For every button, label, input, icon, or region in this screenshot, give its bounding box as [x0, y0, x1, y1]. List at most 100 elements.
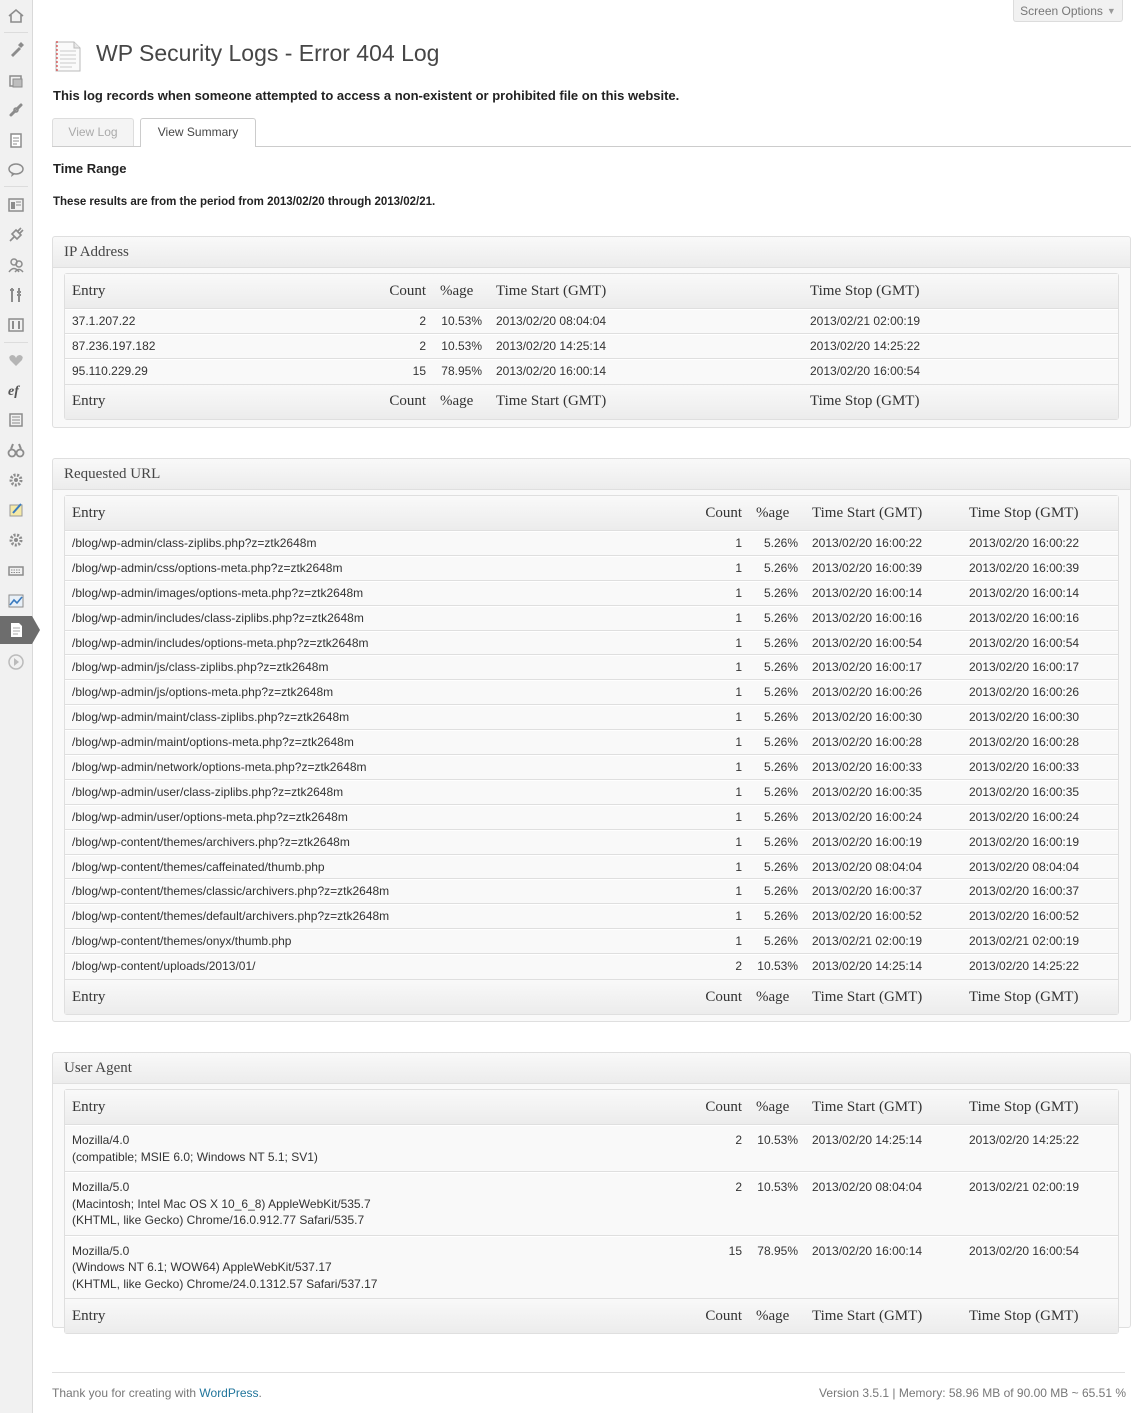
cell-entry: /blog/wp-content/uploads/2013/01/: [65, 954, 697, 980]
column-footer-entry[interactable]: Entry: [65, 383, 381, 419]
cell-percentage: 10.53%: [749, 1172, 805, 1236]
cell-time-stop: 2013/02/20 16:00:37: [962, 879, 1118, 905]
svg-text:ef: ef: [8, 384, 20, 399]
column-footer-time-stop[interactable]: Time Stop (GMT): [962, 979, 1118, 1015]
cell-time-stop: 2013/02/20 14:25:22: [803, 333, 1118, 359]
column-header-time-start[interactable]: Time Start (GMT): [805, 496, 962, 531]
binoculars-icon[interactable]: [0, 436, 32, 464]
cell-count: 2: [697, 954, 749, 980]
column-header-time-stop[interactable]: Time Stop (GMT): [803, 274, 1118, 309]
column-footer-percentage[interactable]: %age: [749, 979, 805, 1015]
media-icon[interactable]: [0, 67, 32, 95]
tab-view-summary[interactable]: View Summary: [140, 118, 256, 147]
table-row: /blog/wp-admin/js/options-meta.php?z=ztk…: [65, 680, 1118, 706]
column-footer-count[interactable]: Count: [697, 979, 749, 1015]
cell-count: 1: [697, 655, 749, 681]
comments-icon[interactable]: [0, 156, 32, 184]
column-footer-time-start[interactable]: Time Start (GMT): [489, 383, 803, 419]
cell-count: 2: [381, 333, 433, 359]
cell-percentage: 5.26%: [749, 904, 805, 930]
heart-icon[interactable]: [0, 346, 32, 374]
column-footer-time-stop[interactable]: Time Stop (GMT): [803, 383, 1118, 419]
cell-percentage: 5.26%: [749, 929, 805, 955]
cell-entry: /blog/wp-admin/js/class-ziplibs.php?z=zt…: [65, 655, 697, 681]
column-footer-count[interactable]: Count: [697, 1298, 749, 1333]
cell-time-stop: 2013/02/20 08:04:04: [962, 854, 1118, 880]
cell-count: 1: [697, 804, 749, 830]
gear-icon[interactable]: [0, 466, 32, 494]
column-footer-entry[interactable]: Entry: [65, 979, 697, 1015]
table-row: /blog/wp-admin/css/options-meta.php?z=zt…: [65, 555, 1118, 581]
dashboard-icon[interactable]: [0, 2, 32, 30]
column-header-count[interactable]: Count: [697, 1090, 749, 1125]
cell-time-start: 2013/02/20 16:00:39: [805, 555, 962, 581]
column-header-percentage[interactable]: %age: [749, 1090, 805, 1125]
forms-icon[interactable]: [0, 406, 32, 434]
column-footer-entry[interactable]: Entry: [65, 1298, 697, 1333]
column-footer-time-start[interactable]: Time Start (GMT): [805, 979, 962, 1015]
column-header-percentage[interactable]: %age: [749, 496, 805, 531]
screen-options-label: Screen Options: [1020, 3, 1103, 18]
table-row: /blog/wp-content/themes/onyx/thumb.php 1 5…: [65, 929, 1118, 955]
column-footer-percentage[interactable]: %age: [433, 383, 489, 419]
cell-percentage: 5.26%: [749, 705, 805, 731]
links-icon[interactable]: [0, 96, 32, 124]
settings-icon[interactable]: [0, 311, 32, 339]
cell-time-start: 2013/02/20 14:25:14: [805, 954, 962, 980]
footer-thanks-text: Thank you for creating with: [52, 1386, 200, 1400]
edit-flow-icon[interactable]: ef: [0, 376, 32, 404]
footer-version: Version 3.5.1 | Memory: 58.96 MB of 90.0…: [819, 1386, 1126, 1400]
footer-period: .: [258, 1386, 262, 1400]
column-footer-time-stop[interactable]: Time Stop (GMT): [962, 1298, 1118, 1333]
column-header-time-stop[interactable]: Time Stop (GMT): [962, 496, 1118, 531]
cell-percentage: 5.26%: [749, 630, 805, 656]
notes-icon[interactable]: [0, 496, 32, 524]
cell-entry: /blog/wp-content/themes/onyx/thumb.php: [65, 929, 697, 955]
cell-entry: /blog/wp-content/themes/default/archiver…: [65, 904, 697, 930]
column-header-time-start[interactable]: Time Start (GMT): [489, 274, 803, 309]
keyboard-icon[interactable]: [0, 556, 32, 584]
column-header-percentage[interactable]: %age: [433, 274, 489, 309]
pages-icon[interactable]: [0, 126, 32, 154]
user-agent-table: Entry Count %age Time Start (GMT) Time S…: [64, 1089, 1119, 1334]
cell-entry: /blog/wp-content/themes/classic/archiver…: [65, 879, 697, 905]
requested-url-rows: /blog/wp-admin/class-ziplibs.php?z=ztk26…: [65, 531, 1118, 980]
cell-percentage: 10.53%: [749, 1125, 805, 1172]
posts-icon[interactable]: [0, 36, 32, 64]
column-footer-time-start[interactable]: Time Start (GMT): [805, 1298, 962, 1333]
column-header-count[interactable]: Count: [381, 274, 433, 309]
collapse-icon[interactable]: [0, 648, 32, 676]
column-header-count[interactable]: Count: [697, 496, 749, 531]
users-icon[interactable]: [0, 251, 32, 279]
tab-view-log[interactable]: View Log: [52, 118, 134, 147]
wordpress-link[interactable]: WordPress: [199, 1386, 258, 1400]
cell-time-stop: 2013/02/20 16:00:54: [962, 1235, 1118, 1298]
tools-icon[interactable]: [0, 281, 32, 309]
column-header-time-stop[interactable]: Time Stop (GMT): [962, 1090, 1118, 1125]
appearance-icon[interactable]: [0, 191, 32, 219]
column-header-entry[interactable]: Entry: [65, 496, 697, 531]
cell-percentage: 78.95%: [433, 358, 489, 384]
cell-time-start: 2013/02/20 16:00:54: [805, 630, 962, 656]
column-footer-percentage[interactable]: %age: [749, 1298, 805, 1333]
plugins-icon[interactable]: [0, 221, 32, 249]
cell-entry: /blog/wp-admin/maint/options-meta.php?z=…: [65, 730, 697, 756]
cell-time-start: 2013/02/21 02:00:19: [805, 929, 962, 955]
column-header-entry[interactable]: Entry: [65, 274, 381, 309]
screen-options-button[interactable]: Screen Options ▼: [1013, 0, 1123, 22]
stats-icon[interactable]: [0, 587, 32, 615]
security-logs-icon[interactable]: [0, 616, 40, 644]
cell-percentage: 5.26%: [749, 755, 805, 780]
cell-time-stop: 2013/02/20 16:00:28: [962, 730, 1118, 756]
cell-time-stop: 2013/02/20 16:00:14: [962, 580, 1118, 606]
column-header-entry[interactable]: Entry: [65, 1090, 697, 1125]
table-row: Mozilla/4.0 (compatible; MSIE 6.0; Windo…: [65, 1125, 1118, 1172]
table-row: /blog/wp-admin/includes/options-meta.php…: [65, 630, 1118, 656]
cell-count: 1: [697, 929, 749, 955]
column-footer-count[interactable]: Count: [381, 383, 433, 419]
cell-count: 1: [697, 879, 749, 905]
cell-time-start: 2013/02/20 16:00:24: [805, 804, 962, 830]
cog-icon[interactable]: [0, 526, 32, 554]
column-header-time-start[interactable]: Time Start (GMT): [805, 1090, 962, 1125]
cell-entry: /blog/wp-admin/user/options-meta.php?z=z…: [65, 804, 697, 830]
